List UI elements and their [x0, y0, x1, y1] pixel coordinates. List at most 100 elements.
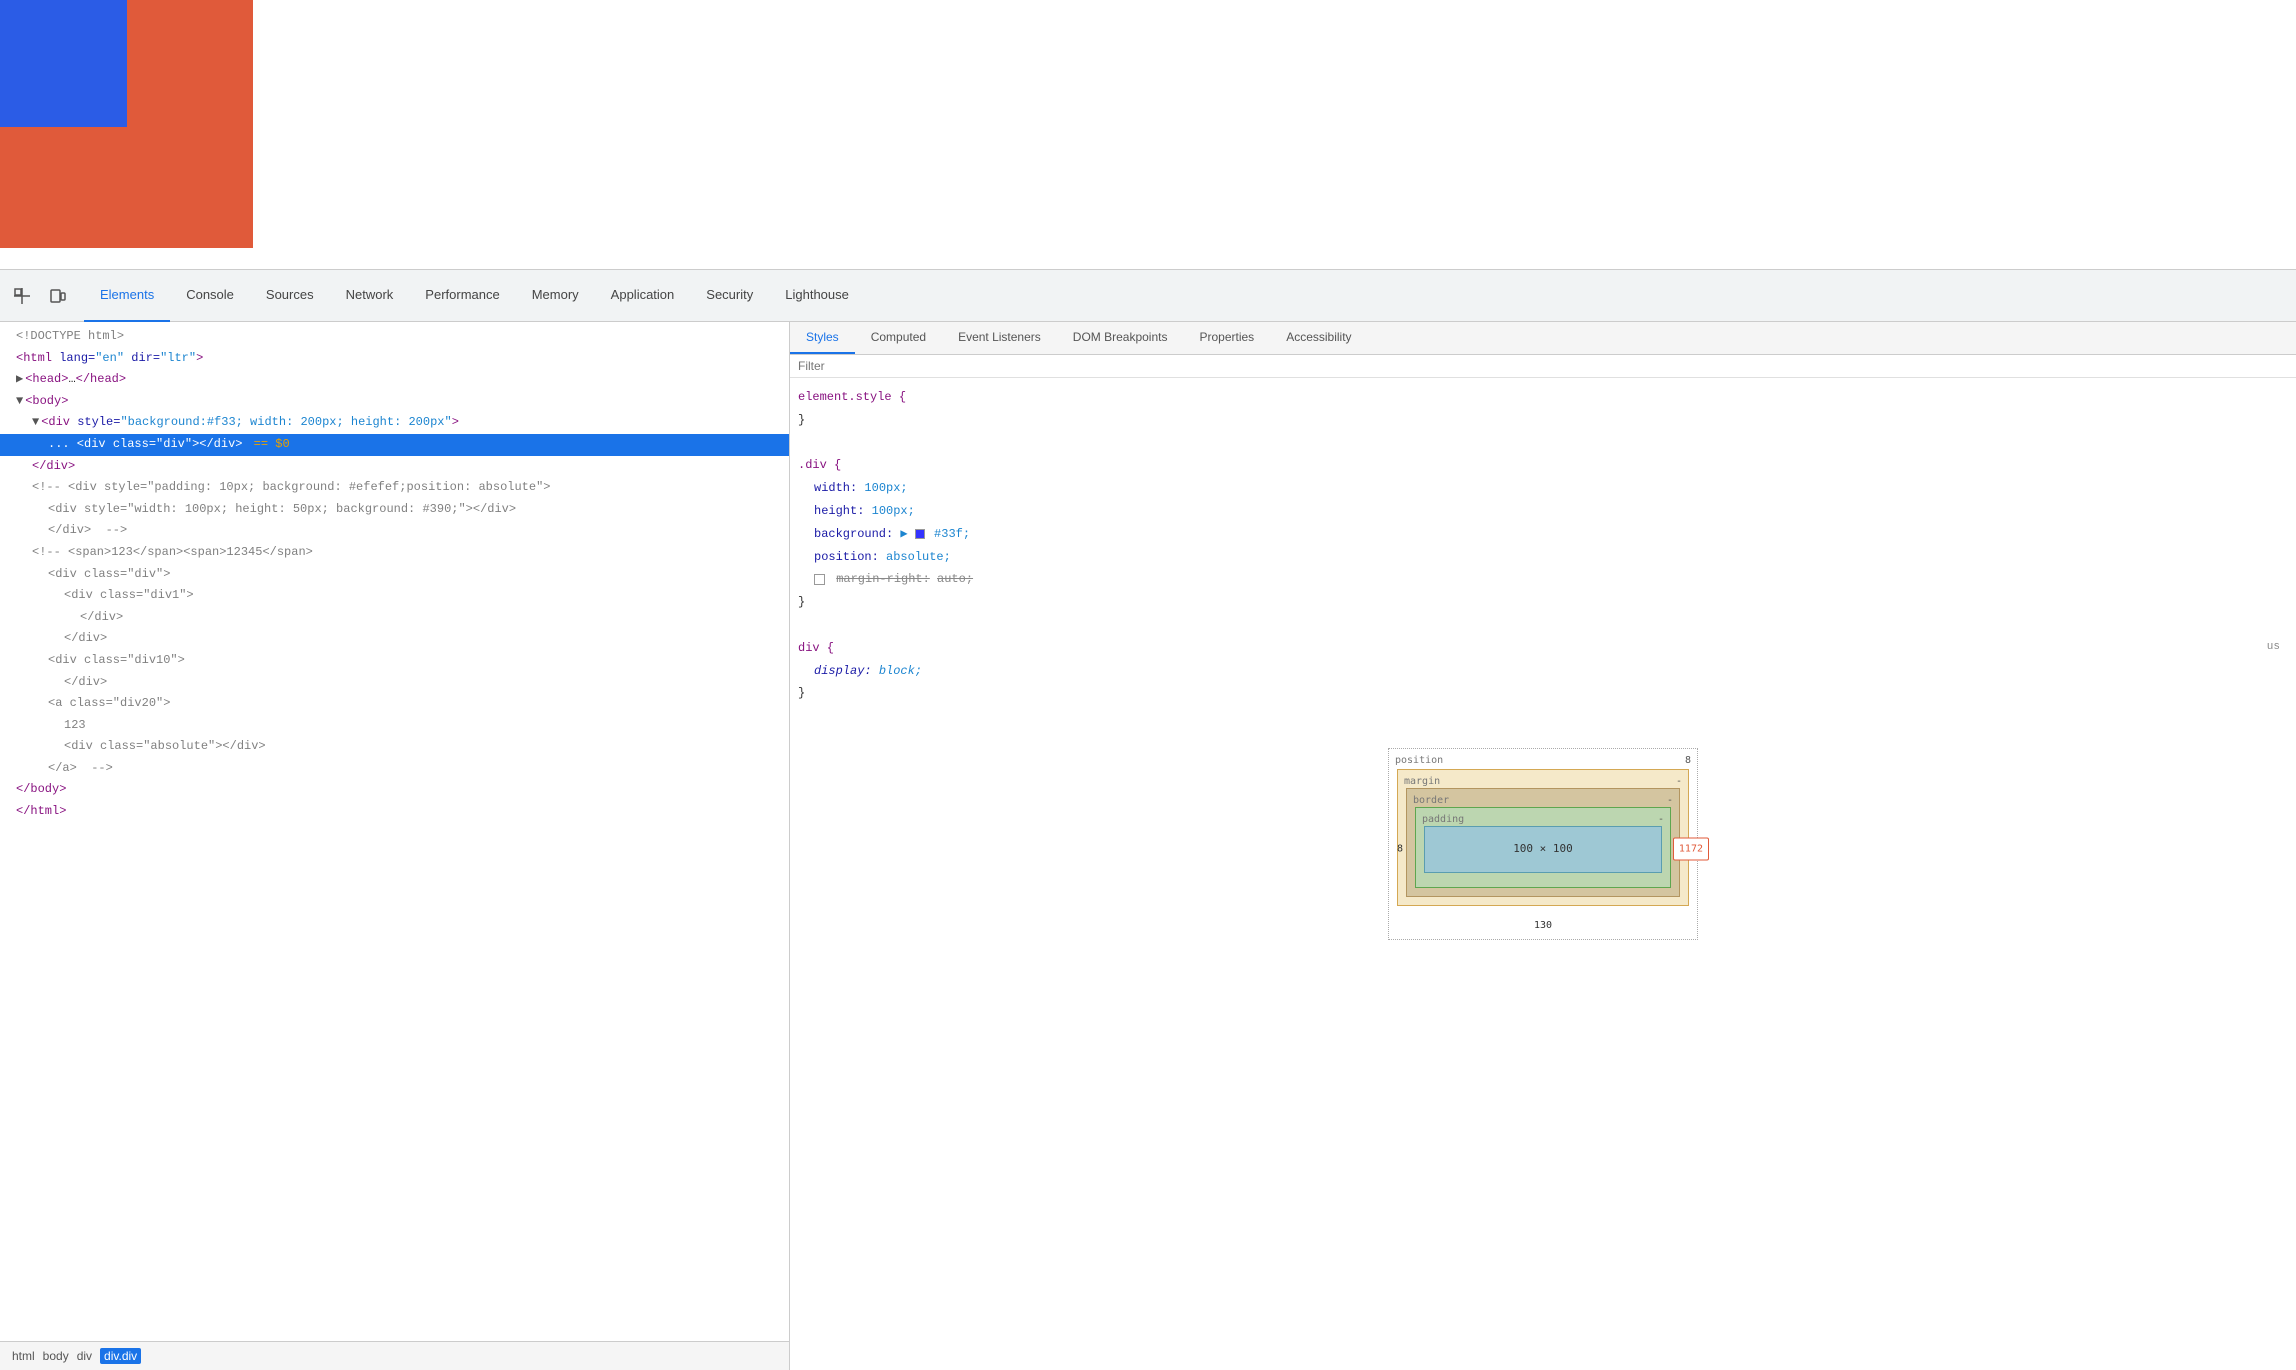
doctype-text: <!DOCTYPE html> — [16, 326, 124, 348]
css-rule-body-div: width: 100px; height: 100px; background:… — [798, 477, 2288, 591]
breadcrumb-div[interactable]: div — [77, 1349, 92, 1363]
styles-tab-computed[interactable]: Computed — [855, 322, 942, 354]
devtools-icons — [8, 282, 72, 310]
devtools-tab-bar: Elements Console Sources Network Perform… — [0, 270, 2296, 322]
tab-sources[interactable]: Sources — [250, 270, 330, 322]
html-close-tag: </html> — [16, 801, 66, 823]
preview-area — [0, 0, 2296, 270]
tab-security[interactable]: Security — [690, 270, 769, 322]
css-brace-div-generic: } — [798, 686, 805, 700]
breadcrumb-body[interactable]: body — [43, 1349, 69, 1363]
body-triangle[interactable]: ▼ — [16, 391, 23, 413]
bm-position-box: position 8 margin - border - — [1388, 748, 1698, 940]
bm-padding-box: padding - 8 1172 100 × 100 — [1415, 807, 1671, 888]
head-triangle[interactable]: ▶ — [16, 369, 23, 391]
styles-tab-styles[interactable]: Styles — [790, 322, 855, 354]
css-rules: element.style { } .div { width: — [790, 378, 2296, 1370]
elements-panel: <!DOCTYPE html> <html lang="en" dir="ltr… — [0, 322, 790, 1370]
html-line-comment2c[interactable]: <div class="div1"> — [0, 585, 789, 607]
html-line-div-outer-close[interactable]: </div> — [0, 456, 789, 478]
css-prop-name-width: width: — [814, 481, 857, 495]
preview-red-box — [0, 0, 253, 248]
html-line-head[interactable]: ▶ <head> … </head> — [0, 369, 789, 391]
styles-tab-properties[interactable]: Properties — [1183, 322, 1270, 354]
breadcrumb-div-div[interactable]: div.div — [100, 1348, 141, 1364]
css-prop-name-position: position: — [814, 550, 879, 564]
css-prop-name-margin-right: margin-right: — [836, 572, 930, 586]
css-prop-name-display: display: — [814, 664, 872, 678]
head-tag: <head> — [25, 369, 68, 391]
bm-right-val: 1172 — [1673, 838, 1709, 861]
inspect-icon[interactable] — [8, 282, 36, 310]
filter-bar — [790, 355, 2296, 378]
breadcrumb-html[interactable]: html — [12, 1349, 35, 1363]
comment2c-text: <div class="div1"> — [64, 585, 194, 607]
html-line-html-close[interactable]: </html> — [0, 801, 789, 823]
div-outer-close: > — [452, 412, 459, 434]
comment1c-text: </div> --> — [48, 520, 127, 542]
html-line-doctype[interactable]: <!DOCTYPE html> — [0, 326, 789, 348]
body-tag: <body> — [25, 391, 68, 413]
bm-border-box: border - padding - — [1406, 788, 1680, 897]
html-line-comment2d[interactable]: </div> — [0, 607, 789, 629]
bm-margin-box: margin - border - padding - — [1397, 769, 1689, 906]
bm-content-dimensions: 100 × 100 — [1513, 842, 1573, 855]
html-line-comment2g[interactable]: </div> — [0, 672, 789, 694]
comment2i-text: 123 — [64, 715, 86, 737]
tab-lighthouse[interactable]: Lighthouse — [769, 270, 865, 322]
html-line-comment1b[interactable]: <div style="width: 100px; height: 50px; … — [0, 499, 789, 521]
tab-elements[interactable]: Elements — [84, 270, 170, 322]
html-line-body[interactable]: ▼ <body> — [0, 391, 789, 413]
html-line-comment2f[interactable]: <div class="div10"> — [0, 650, 789, 672]
css-prop-name-height: height: — [814, 504, 864, 518]
bm-left-val: 8 — [1397, 840, 1403, 859]
css-brace-div: } — [798, 595, 805, 609]
html-line-comment2h[interactable]: <a class="div20"> — [0, 693, 789, 715]
css-prop-val-background: ▶ #33f; — [900, 527, 970, 541]
css-selector-div-generic: div { us — [798, 637, 2288, 660]
bm-position-bottom-spacer — [1389, 910, 1697, 914]
css-prop-height: height: 100px; — [814, 500, 2288, 523]
html-line-comment2i[interactable]: 123 — [0, 715, 789, 737]
comment2g-text: </div> — [64, 672, 107, 694]
tab-network[interactable]: Network — [330, 270, 410, 322]
html-attr-lang-val: "en" — [95, 348, 124, 370]
html-line-html[interactable]: <html lang="en" dir="ltr" > — [0, 348, 789, 370]
css-rule-close-div: } — [798, 591, 2288, 614]
bm-border-bottom-spacer — [1407, 892, 1679, 896]
styles-tab-dom-breakpoints[interactable]: DOM Breakpoints — [1057, 322, 1184, 354]
bm-padding-bottom-spacer — [1416, 881, 1670, 887]
div-inner-close: ></div> — [192, 434, 242, 456]
head-ellipsis: … — [68, 369, 75, 391]
div-inner-tag: <div — [70, 434, 106, 456]
html-line-comment2[interactable]: <!-- <span>123</span><span>12345</span> — [0, 542, 789, 564]
html-line-comment1[interactable]: <!-- <div style="padding: 10px; backgrou… — [0, 477, 789, 499]
html-line-comment2k[interactable]: </a> --> — [0, 758, 789, 780]
tab-performance[interactable]: Performance — [409, 270, 515, 322]
html-attr-dir-val: "ltr" — [160, 348, 196, 370]
dots-indicator: ... — [48, 434, 70, 456]
styles-tab-event-listeners[interactable]: Event Listeners — [942, 322, 1057, 354]
html-line-body-close[interactable]: </body> — [0, 779, 789, 801]
html-line-comment2b[interactable]: <div class="div"> — [0, 564, 789, 586]
html-line-comment2e[interactable]: </div> — [0, 628, 789, 650]
tab-application[interactable]: Application — [595, 270, 691, 322]
html-tree[interactable]: <!DOCTYPE html> <html lang="en" dir="ltr… — [0, 322, 789, 1341]
html-attr-lang: lang= — [52, 348, 95, 370]
tab-console[interactable]: Console — [170, 270, 250, 322]
div-outer-triangle[interactable]: ▼ — [32, 412, 39, 434]
styles-tab-accessibility[interactable]: Accessibility — [1270, 322, 1367, 354]
div-inner-attr-class-val: "div" — [156, 434, 192, 456]
comment2f-text: <div class="div10"> — [48, 650, 185, 672]
tab-memory[interactable]: Memory — [516, 270, 595, 322]
css-checkbox-margin-right[interactable] — [814, 574, 825, 585]
filter-input[interactable] — [798, 359, 2288, 373]
background-color-swatch[interactable] — [915, 529, 925, 539]
comment2h-text: <a class="div20"> — [48, 693, 170, 715]
comment2b-text: <div class="div"> — [48, 564, 170, 586]
html-line-div-inner[interactable]: ... <div class="div" ></div> == $0 — [0, 434, 789, 456]
html-line-div-outer[interactable]: ▼ <div style="background:#f33; width: 20… — [0, 412, 789, 434]
html-line-comment1c[interactable]: </div> --> — [0, 520, 789, 542]
device-toggle-icon[interactable] — [44, 282, 72, 310]
html-line-comment2j[interactable]: <div class="absolute"></div> — [0, 736, 789, 758]
